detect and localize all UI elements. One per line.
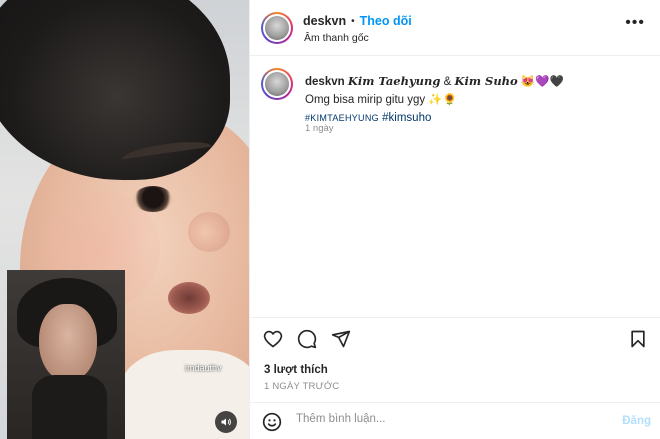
caption-emojis: 😻💜🖤 <box>520 76 564 88</box>
send-icon <box>331 330 351 348</box>
header-separator: • <box>351 15 355 27</box>
header-user-line: deskvn • Theo dõi <box>303 14 412 28</box>
avatar[interactable] <box>261 12 293 44</box>
bookmark-icon <box>631 330 645 348</box>
baby-eye <box>133 186 173 212</box>
caption-text: deskvn Kim Taehyung & Kim Suho 😻💜🖤 Omg b… <box>305 72 645 127</box>
caption-ampersand: & <box>440 76 455 88</box>
baby-mouth <box>168 282 210 314</box>
hashtag-kimtaehyung[interactable]: #KIMTAEHYUNG <box>305 113 379 123</box>
smiley-icon <box>262 412 282 432</box>
caption-username[interactable]: deskvn <box>305 76 345 88</box>
emoji-button[interactable] <box>262 412 282 432</box>
media-watermark: imdauthv <box>185 363 222 373</box>
baby-nose <box>188 212 230 252</box>
save-button[interactable] <box>627 328 649 350</box>
post-sidebar: deskvn • Theo dõi Âm thanh gốc ••• deskv… <box>249 0 660 439</box>
avatar-image <box>263 14 291 42</box>
like-button[interactable] <box>262 328 284 350</box>
avatar-image <box>263 70 291 98</box>
inset-photo <box>7 270 125 439</box>
heart-icon <box>263 330 283 348</box>
comment-input[interactable] <box>296 413 596 425</box>
inset-shirt <box>32 375 107 439</box>
caption-avatar[interactable] <box>261 68 293 100</box>
caption-line-2: Omg bisa mirip gitu ygy ✨🌻 <box>305 94 457 106</box>
action-bar <box>250 318 660 358</box>
audio-label[interactable]: Âm thanh gốc <box>304 32 369 44</box>
post-caption: deskvn Kim Taehyung & Kim Suho 😻💜🖤 Omg b… <box>250 56 660 318</box>
speaker-icon <box>221 418 231 426</box>
like-count[interactable]: 3 lượt thích <box>264 364 328 376</box>
post-header: deskvn • Theo dõi Âm thanh gốc ••• <box>250 0 660 56</box>
share-button[interactable] <box>330 328 352 350</box>
hashtag-kimsuho[interactable]: #kimsuho <box>382 112 431 124</box>
more-options-icon[interactable]: ••• <box>625 15 645 31</box>
post-comment-button[interactable]: Đăng <box>622 415 651 427</box>
comment-button[interactable] <box>296 328 318 350</box>
caption-timestamp[interactable]: 1 ngày <box>305 123 334 134</box>
post-date: 1 NGÀY TRƯỚC <box>264 381 340 392</box>
inset-face <box>39 304 97 382</box>
comment-bar: Đăng <box>250 402 660 439</box>
post-media[interactable]: imdauthv <box>0 0 249 439</box>
caption-name-1: Kim Taehyung <box>347 74 441 88</box>
follow-button[interactable]: Theo dõi <box>360 14 412 28</box>
caption-name-2: Kim Suho <box>454 74 518 88</box>
post-dialog: imdauthv deskvn • Theo dõi Âm thanh gốc … <box>0 0 660 439</box>
header-username[interactable]: deskvn <box>303 14 346 28</box>
comment-icon <box>297 329 317 349</box>
sound-toggle-button[interactable] <box>215 411 237 433</box>
